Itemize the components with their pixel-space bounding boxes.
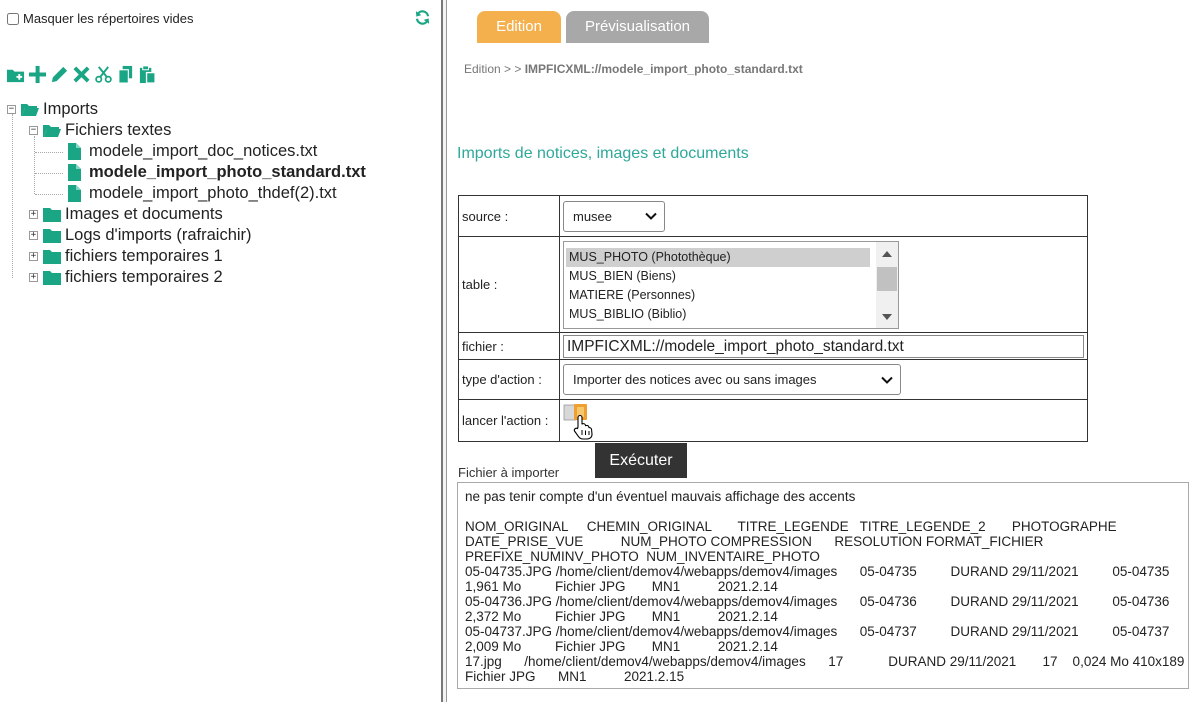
expand-toggle-icon[interactable]: +: [29, 252, 38, 261]
source-label: source :: [458, 195, 560, 237]
execute-tooltip: Exécuter: [595, 443, 687, 478]
tree-label: Images et documents: [65, 205, 223, 223]
table-label: table :: [458, 236, 560, 333]
breadcrumb-prefix: Edition > >: [464, 62, 522, 76]
tree-label: modele_import_doc_notices.txt: [89, 142, 318, 160]
file-line: 05-04736.JPG /home/client/demov4/webapps…: [465, 594, 1170, 609]
table-option-selected[interactable]: MUS_PHOTO (Photothèque): [566, 247, 870, 267]
file-to-import-textarea[interactable]: ne pas tenir compte d'un éventuel mauvai…: [457, 482, 1189, 689]
scroll-up-icon[interactable]: [882, 250, 892, 257]
tree-toolbar: [6, 65, 157, 84]
import-form: source : musee table : MUS_PHOTO (Photot…: [458, 195, 1088, 442]
folder-open-icon: [43, 125, 61, 137]
hide-empty-folders-input[interactable]: [7, 12, 19, 25]
folder-icon: [43, 229, 61, 243]
file-line: NOM_ORIGINAL CHEMIN_ORIGINAL TITRE_LEGEN…: [465, 519, 1117, 534]
listbox-scrollbar[interactable]: [876, 241, 898, 328]
table-option[interactable]: MUS_BIBLIO (Biblio): [564, 305, 870, 324]
tree-node-fichiers-textes[interactable]: − Fichiers textes: [29, 120, 171, 141]
file-line: ne pas tenir compte d'un éventuel mauvai…: [465, 489, 856, 504]
breadcrumb-current: IMPFICXML://modele_import_photo_standard…: [524, 62, 803, 76]
add-icon[interactable]: [28, 65, 47, 84]
file-line: 2,009 Mo Fichier JPG MN1 2021.2.14: [465, 639, 778, 654]
tree-node-logs-imports[interactable]: + Logs d'imports (rafraichir): [29, 225, 252, 246]
tree-file-doc-notices[interactable]: modele_import_doc_notices.txt: [68, 141, 317, 162]
cut-icon[interactable]: [94, 65, 113, 84]
tree-node-temp-1[interactable]: + fichiers temporaires 1: [29, 246, 223, 267]
paste-icon[interactable]: [138, 65, 157, 84]
file-line: [458, 504, 1188, 519]
copy-icon[interactable]: [116, 65, 135, 84]
file-icon: [68, 185, 81, 202]
scrollbar-thumb[interactable]: [877, 266, 897, 291]
tree-file-photo-thdef[interactable]: modele_import_photo_thdef(2).txt: [68, 183, 337, 204]
edit-icon[interactable]: [50, 65, 69, 84]
file-icon: [68, 164, 81, 181]
table-option[interactable]: MATIERE (Personnes): [564, 286, 870, 305]
editor-panel: Edition Prévisualisation Edition > > IMP…: [447, 0, 1203, 702]
scroll-down-icon[interactable]: [882, 313, 892, 320]
folder-icon: [43, 208, 61, 222]
file-line: 1,961 Mo Fichier JPG MN1 2021.2.14: [465, 579, 778, 594]
file-icon: [68, 143, 81, 160]
hide-empty-folders-checkbox[interactable]: Masquer les répertoires vides: [7, 11, 194, 26]
tree-node-temp-2[interactable]: + fichiers temporaires 2: [29, 267, 223, 288]
chevron-down-icon: [645, 212, 657, 220]
expand-toggle-icon[interactable]: +: [29, 273, 38, 282]
collapse-toggle-icon[interactable]: −: [29, 126, 38, 135]
refresh-icon[interactable]: [414, 9, 431, 26]
action-type-select-value: Importer des notices avec ou sans images: [573, 372, 817, 387]
section-title: Imports de notices, images et documents: [457, 145, 749, 162]
action-type-label: type d'action :: [458, 359, 560, 400]
table-option[interactable]: MUS_BIEN (Biens): [564, 267, 870, 286]
file-line: 17.jpg /home/client/demov4/webapps/demov…: [465, 654, 1185, 669]
tree-node-images-documents[interactable]: + Images et documents: [29, 204, 223, 225]
collapse-toggle-icon[interactable]: −: [7, 105, 16, 114]
source-select[interactable]: musee: [563, 200, 665, 232]
expand-toggle-icon[interactable]: +: [29, 210, 38, 219]
tree-label: fichiers temporaires 1: [65, 247, 223, 265]
launch-action-label: lancer l'action :: [458, 399, 560, 442]
tab-previsualisation[interactable]: Prévisualisation: [566, 11, 709, 43]
action-type-select[interactable]: Importer des notices avec ou sans images: [563, 364, 901, 395]
tree-panel: Masquer les répertoires vides − Imports …: [0, 0, 441, 702]
new-folder-icon[interactable]: [6, 65, 25, 84]
file-line: 05-04735.JPG /home/client/demov4/webapps…: [465, 564, 1170, 579]
tree-label: Imports: [43, 100, 99, 118]
file-to-import-label: Fichier à importer: [458, 465, 560, 480]
folder-icon: [43, 271, 61, 285]
chevron-down-icon: [881, 376, 893, 384]
tree-label: fichiers temporaires 2: [65, 268, 223, 286]
breadcrumb: Edition > > IMPFICXML://modele_import_ph…: [464, 62, 803, 76]
file-line: 2,372 Mo Fichier JPG MN1 2021.2.14: [465, 609, 778, 624]
tab-edition[interactable]: Edition: [477, 11, 561, 43]
file-line: PREFIXE_NUMINV_PHOTO NUM_INVENTAIRE_PHOT…: [465, 549, 820, 564]
table-listbox[interactable]: MUS_PHOTO (Photothèque) MUS_BIEN (Biens)…: [563, 240, 899, 329]
tree-node-imports[interactable]: − Imports: [7, 99, 98, 120]
source-select-value: musee: [573, 208, 613, 224]
file-line: Fichier JPG MN1 2021.2.15: [465, 669, 685, 684]
tree-label: Fichiers textes: [65, 121, 172, 139]
expand-toggle-icon[interactable]: +: [29, 231, 38, 240]
tree-file-photo-standard[interactable]: modele_import_photo_standard.txt: [68, 162, 366, 183]
tree-label: Logs d'imports (rafraichir): [65, 226, 252, 244]
execute-icon[interactable]: [560, 403, 596, 441]
delete-icon[interactable]: [72, 65, 91, 84]
tree-label: modele_import_photo_thdef(2).txt: [89, 184, 337, 202]
file-label: fichier :: [458, 332, 560, 360]
folder-open-icon: [21, 104, 39, 116]
folder-icon: [43, 250, 61, 264]
hide-empty-folders-label: Masquer les répertoires vides: [23, 11, 194, 26]
file-line: DATE_PRISE_VUE NUM_PHOTO COMPRESSION RES…: [465, 534, 1044, 549]
tree-label: modele_import_photo_standard.txt: [89, 163, 366, 181]
file-input[interactable]: IMPFICXML://modele_import_photo_standard…: [563, 334, 1084, 358]
file-line: 05-04737.JPG /home/client/demov4/webapps…: [465, 624, 1170, 639]
